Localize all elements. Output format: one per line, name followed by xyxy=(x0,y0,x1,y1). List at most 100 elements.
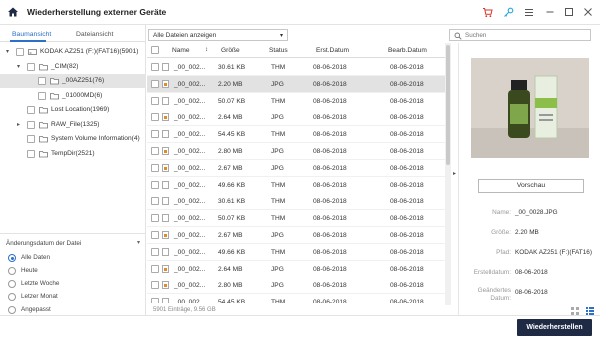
table-row[interactable]: _00_002... 49.66 KB THM 08-06-2018 08-06-201… xyxy=(147,243,445,261)
cell-size: 2.67 MB xyxy=(218,232,243,239)
row-checkbox[interactable] xyxy=(151,264,159,273)
row-checkbox[interactable] xyxy=(151,180,159,189)
column-size[interactable]: Größe xyxy=(221,47,240,54)
tab-tree-view[interactable]: Baumansicht xyxy=(12,31,51,38)
table-row[interactable]: _00_002... 2.80 MB JPG 08-06-2018 08-06-2018 xyxy=(147,277,445,295)
table-row[interactable]: _00_002... 54.45 KB THM 08-06-2018 08-06-201… xyxy=(147,126,445,144)
home-icon[interactable] xyxy=(7,6,19,18)
cell-size: 49.66 KB xyxy=(218,248,246,256)
table-row[interactable]: _00_002... 30.61 KB THM 08-06-2018 08-06-201… xyxy=(147,193,445,211)
tree-item-checkbox[interactable] xyxy=(27,106,35,114)
row-checkbox[interactable] xyxy=(151,130,159,139)
tree-item-label: RAW_File(1325) xyxy=(51,120,100,128)
cell-size: 49.66 KB xyxy=(218,181,246,189)
tree-item[interactable]: _00AZ251(76) xyxy=(0,74,146,88)
column-created[interactable]: Erst.Datum xyxy=(316,47,349,54)
scrollbar-thumb[interactable] xyxy=(446,45,450,165)
chevron-right-icon[interactable]: ▸ xyxy=(17,121,20,128)
tree-item-checkbox[interactable] xyxy=(27,62,35,71)
radio-button[interactable] xyxy=(8,254,16,262)
chevron-down-icon[interactable]: ▾ xyxy=(6,48,9,55)
cell-created: 08-06-2018 xyxy=(313,232,347,239)
table-row[interactable]: _00_002... 2.80 MB JPG 08-06-2018 08-06-2018 xyxy=(147,143,445,160)
file-icon xyxy=(162,298,169,303)
tab-file-view[interactable]: Dateiansicht xyxy=(76,31,113,38)
table-row[interactable]: _00_002... 2.67 MB JPG 08-06-2018 08-06-2018 xyxy=(147,227,445,244)
table-row[interactable]: _00_002... 2.64 MB JPG 08-06-2018 08-06-2018 xyxy=(147,109,445,127)
cell-size: 2.64 MB xyxy=(218,265,243,273)
radio-label: Alle Daten xyxy=(21,254,51,261)
tree-item[interactable]: ▸ RAW_File(1325) xyxy=(0,118,146,132)
minimize-icon[interactable] xyxy=(543,5,557,19)
cell-size: 54.45 KB xyxy=(218,131,246,139)
menu-icon[interactable] xyxy=(522,5,536,19)
row-checkbox[interactable] xyxy=(151,298,159,303)
tree-item[interactable]: _01000MD(6) xyxy=(0,89,146,103)
tree-item-checkbox[interactable] xyxy=(38,91,46,100)
search-box[interactable] xyxy=(449,29,591,41)
tree-item[interactable]: ▾ KODAK AZ251 (F:)(FAT16)(5901) xyxy=(0,45,146,59)
table-row[interactable]: _00_002... 54.45 KB THM 08-06-2018 08-06-201… xyxy=(147,294,445,303)
row-checkbox[interactable] xyxy=(151,96,159,105)
cell-size: 2.80 MB xyxy=(218,148,243,155)
row-checkbox[interactable] xyxy=(151,197,159,206)
row-checkbox[interactable] xyxy=(151,163,159,172)
date-filter-header[interactable]: Änderungsdatum der Datei xyxy=(6,240,81,247)
tree-item[interactable]: System Volume Information(4) xyxy=(0,132,146,146)
radio-label: Angepasst xyxy=(21,306,51,313)
select-all-checkbox[interactable] xyxy=(151,46,159,54)
tree-item[interactable]: TempDir(2521) xyxy=(0,147,146,161)
row-checkbox[interactable] xyxy=(151,214,159,223)
tree-item-checkbox[interactable] xyxy=(16,48,24,56)
collapse-preview-icon[interactable]: ▸ xyxy=(453,170,456,177)
file-filter-select[interactable]: Alle Dateien anzeigen ▾ xyxy=(148,29,288,41)
table-row[interactable]: _00_002... 50.07 KB THM 08-06-2018 08-06-201… xyxy=(147,210,445,228)
cell-modified: 08-06-2018 xyxy=(390,64,424,71)
file-icon xyxy=(162,63,169,71)
tree-item-checkbox[interactable] xyxy=(38,77,46,85)
cell-status: THM xyxy=(271,248,286,256)
column-status[interactable]: Status xyxy=(269,47,288,54)
tree-item-checkbox[interactable] xyxy=(27,135,35,143)
tree-item-checkbox[interactable] xyxy=(27,149,35,158)
recover-button[interactable]: Wiederherstellen xyxy=(517,319,592,336)
column-modified[interactable]: Bearb.Datum xyxy=(388,47,427,54)
row-checkbox[interactable] xyxy=(151,63,159,71)
radio-button[interactable] xyxy=(8,306,16,314)
table-row[interactable]: _00_002... 2.67 MB JPG 08-06-2018 08-06-2018 xyxy=(147,159,445,177)
radio-button[interactable] xyxy=(8,280,16,288)
row-checkbox[interactable] xyxy=(151,281,159,290)
search-input[interactable] xyxy=(465,31,585,40)
tree-item-checkbox[interactable] xyxy=(27,120,35,129)
tree-item[interactable]: Lost Location(1969) xyxy=(0,103,146,117)
tree-item[interactable]: ▾ _CIM(82) xyxy=(0,60,146,74)
table-row[interactable]: _00_002... 30.61 KB THM 08-06-2018 08-06-201… xyxy=(147,59,445,76)
maximize-icon[interactable] xyxy=(562,5,576,19)
cell-name: _00_002... xyxy=(174,282,206,290)
row-checkbox[interactable] xyxy=(151,113,159,122)
cell-created: 08-06-2018 xyxy=(313,97,347,105)
radio-button[interactable] xyxy=(8,267,16,275)
cell-created: 08-06-2018 xyxy=(313,198,347,206)
row-checkbox[interactable] xyxy=(151,231,159,239)
chevron-down-icon[interactable]: ▾ xyxy=(17,63,20,70)
chevron-down-icon[interactable]: ▾ xyxy=(137,239,140,246)
table-row[interactable]: _00_002... 2.20 MB JPG 08-06-2018 08-06-2018 xyxy=(147,75,445,93)
row-checkbox[interactable] xyxy=(151,79,159,88)
preview-button[interactable]: Vorschau xyxy=(478,179,584,193)
meta-label: Erstelldatum: xyxy=(473,269,511,276)
table-row[interactable]: _00_002... 2.64 MB JPG 08-06-2018 08-06-2018 xyxy=(147,260,445,278)
cart-icon[interactable] xyxy=(480,5,494,19)
table-row[interactable]: _00_002... 50.07 KB THM 08-06-2018 08-06-201… xyxy=(147,92,445,110)
meta-value: 08-06-2018 xyxy=(515,269,548,276)
folder-icon xyxy=(50,77,59,85)
table-scrollbar[interactable] xyxy=(445,43,451,305)
radio-button[interactable] xyxy=(8,293,16,301)
row-checkbox[interactable] xyxy=(151,247,159,256)
row-checkbox[interactable] xyxy=(151,147,159,155)
table-row[interactable]: _00_002... 49.66 KB THM 08-06-2018 08-06-201… xyxy=(147,176,445,194)
close-icon[interactable] xyxy=(581,5,595,19)
key-icon[interactable] xyxy=(501,5,515,19)
tree-item-label: KODAK AZ251 (F:)(FAT16)(5901) xyxy=(40,48,139,55)
column-name[interactable]: Name xyxy=(172,47,190,54)
